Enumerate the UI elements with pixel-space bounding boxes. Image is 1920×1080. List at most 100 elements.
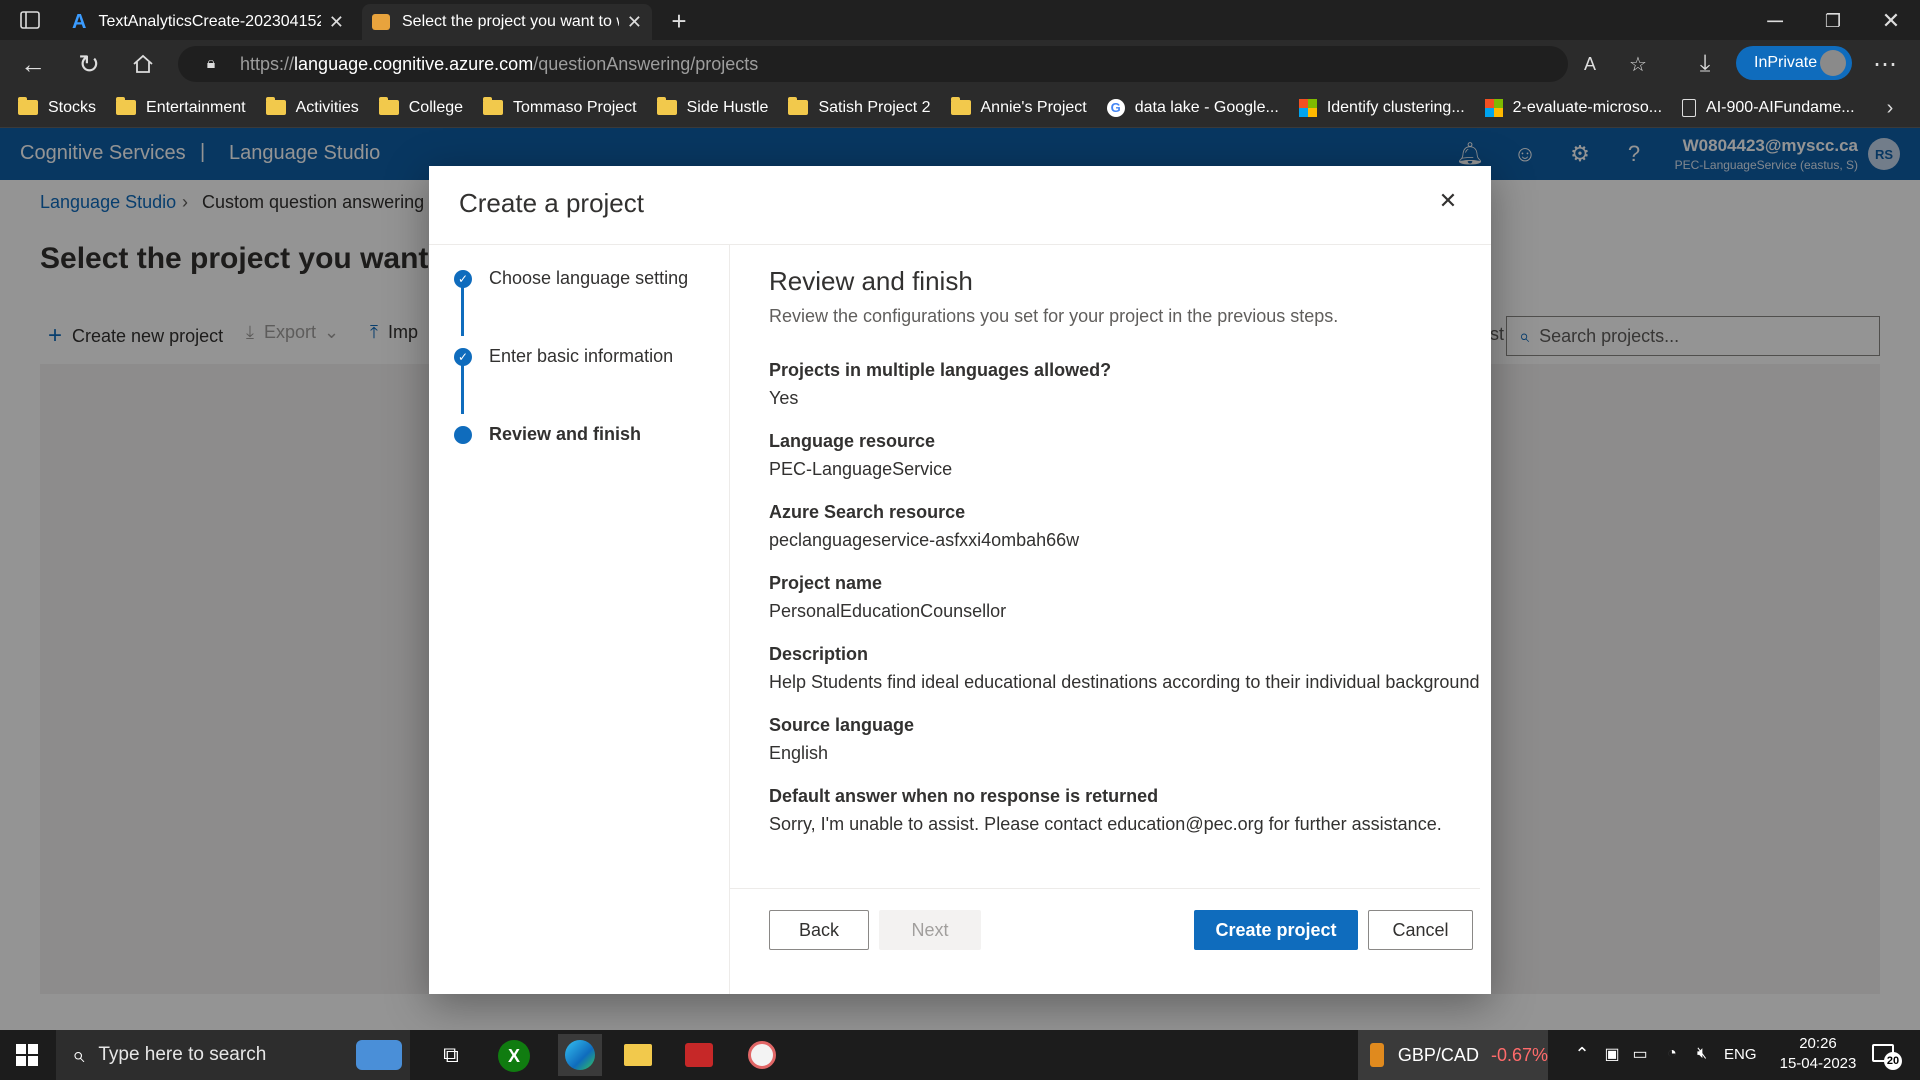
- current-step-dot-icon: [454, 425, 472, 444]
- chevron-up-icon[interactable]: ⌃: [1570, 1042, 1594, 1066]
- back-button[interactable]: Back: [769, 910, 869, 950]
- section-subheading: Review the configurations you set for yo…: [769, 306, 1339, 326]
- step-label: Choose language setting: [489, 268, 689, 288]
- bookmark-side-hustle[interactable]: Side Hustle: [656, 97, 768, 117]
- header-divider: [429, 244, 1491, 245]
- back-arrow-icon[interactable]: ←: [18, 49, 48, 79]
- url-path: /questionAnswering/projects: [533, 53, 759, 74]
- bookmark-data-lake[interactable]: Gdata lake - Google...: [1106, 98, 1279, 117]
- bookmark-satish-project-2[interactable]: Satish Project 2: [788, 97, 931, 117]
- favorites-star-icon[interactable]: ☆: [1626, 52, 1650, 76]
- folder-icon: [950, 97, 971, 115]
- profile-avatar-icon: [1820, 50, 1846, 76]
- bookmark-label: 2-evaluate-microso...: [1512, 98, 1663, 116]
- bookmark-label: Activities: [295, 98, 359, 116]
- step-basic-info[interactable]: ✓ Enter basic information: [454, 346, 673, 367]
- edge-taskbar-icon[interactable]: [558, 1034, 602, 1076]
- tab-actions-icon[interactable]: [16, 8, 44, 32]
- close-tab-icon[interactable]: ✕: [627, 12, 642, 33]
- field-value: English: [769, 743, 829, 763]
- inprivate-label: InPrivate: [1754, 54, 1818, 71]
- task-view-icon[interactable]: ⧉: [436, 1040, 466, 1070]
- azure-icon: A: [72, 10, 87, 33]
- windows-start-icon[interactable]: [14, 1042, 40, 1068]
- step-label: Enter basic information: [489, 346, 674, 366]
- cancel-button[interactable]: Cancel: [1368, 910, 1473, 950]
- close-tab-icon[interactable]: ✕: [329, 12, 344, 33]
- close-window-icon[interactable]: ✕: [1876, 6, 1906, 36]
- volume-muted-icon[interactable]: 🔇︎: [1690, 1042, 1714, 1066]
- bookmark-identify-clustering[interactable]: Identify clustering...: [1298, 98, 1465, 117]
- microsoft-icon: [1298, 98, 1317, 117]
- field-value: PEC-LanguageService: [769, 459, 953, 479]
- create-project-button[interactable]: Create project: [1194, 910, 1358, 950]
- refresh-icon[interactable]: ↻: [74, 49, 104, 79]
- minimize-icon[interactable]: ─: [1760, 6, 1790, 36]
- step-review-finish[interactable]: Review and finish: [454, 424, 641, 445]
- search-icon: ⌕: [72, 1042, 85, 1067]
- lock-icon[interactable]: 🔒︎: [202, 52, 220, 76]
- field-label: Project name: [769, 573, 883, 593]
- bookmark-ai-900[interactable]: AI-900-AIFundame...: [1682, 98, 1855, 117]
- taskbar-search-box[interactable]: ⌕ Type here to search: [56, 1030, 410, 1080]
- restore-icon[interactable]: ❐: [1818, 6, 1848, 36]
- more-menu-icon[interactable]: ⋯: [1870, 50, 1900, 78]
- url-field[interactable]: 🔒︎ https://language.cognitive.azure.com /…: [178, 46, 1647, 82]
- bookmark-evaluate-microsoft[interactable]: 2-evaluate-microso...: [1484, 98, 1663, 117]
- input-language[interactable]: ENG: [1724, 1046, 1757, 1063]
- home-icon[interactable]: [128, 50, 158, 78]
- folder-icon: [788, 97, 809, 115]
- battery-icon[interactable]: ▭: [1628, 1042, 1652, 1066]
- bookmark-tommaso-project[interactable]: Tommaso Project: [483, 97, 637, 117]
- clock-date: 15-04-2023: [1779, 1055, 1857, 1072]
- field-label: Description: [769, 644, 869, 664]
- create-project-dialog: Create a project ✕ ✓ Choose language sett…: [429, 166, 1491, 994]
- wifi-icon[interactable]: ◔: [1660, 1042, 1684, 1066]
- snipping-tool-icon[interactable]: [745, 1038, 779, 1072]
- bookmark-label: data lake - Google...: [1134, 98, 1279, 116]
- footer-divider: [730, 888, 1480, 889]
- bookmark-annies-project[interactable]: Annie's Project: [950, 97, 1087, 117]
- file-explorer-icon[interactable]: [622, 1040, 654, 1070]
- stock-ticker-widget[interactable]: GBP/CAD -0.67%: [1358, 1030, 1548, 1080]
- device-icon[interactable]: ▣: [1600, 1042, 1624, 1066]
- google-icon: G: [1106, 98, 1125, 117]
- bookmark-entertainment[interactable]: Entertainment: [116, 97, 246, 117]
- bookmark-label: College: [408, 98, 464, 116]
- section-heading: Review and finish: [769, 266, 973, 296]
- new-tab-icon[interactable]: +: [664, 6, 694, 36]
- read-aloud-icon[interactable]: A: [1578, 52, 1602, 76]
- close-icon[interactable]: ✕: [1433, 186, 1463, 216]
- chevron-right-icon[interactable]: ›: [1878, 96, 1902, 120]
- notification-count: 20: [1884, 1052, 1902, 1070]
- xbox-icon[interactable]: X: [498, 1040, 530, 1072]
- steps-divider: [729, 245, 730, 994]
- step-connector: [461, 364, 464, 414]
- bookmark-label: Entertainment: [146, 98, 246, 116]
- ticker-change: -0.67%: [1490, 1044, 1548, 1065]
- browser-tab-language-studio[interactable]: Select the project you want to w ✕: [362, 4, 652, 40]
- field-label: Azure Search resource: [769, 502, 966, 522]
- app-red-icon[interactable]: [683, 1040, 715, 1070]
- url-prefix: https://: [240, 53, 295, 74]
- step-choose-language[interactable]: ✓ Choose language setting: [454, 268, 688, 289]
- edge-icon: [565, 1040, 595, 1070]
- folder-icon: [265, 97, 286, 115]
- download-icon[interactable]: ⤓: [1690, 50, 1720, 78]
- bookmark-label: Identify clustering...: [1326, 98, 1465, 116]
- browser-tab-textanalytics[interactable]: A TextAnalyticsCreate-2023041520 ✕: [62, 4, 354, 40]
- language-studio-tab-icon: [372, 14, 390, 30]
- inprivate-badge[interactable]: InPrivate: [1736, 46, 1852, 80]
- next-button[interactable]: Next: [879, 910, 981, 950]
- folder-icon: [116, 97, 137, 115]
- folder-icon: [378, 97, 399, 115]
- ticker-symbol: GBP/CAD: [1397, 1044, 1479, 1065]
- clock[interactable]: 20:26 15-04-2023: [1768, 1034, 1868, 1074]
- page-icon: [1682, 98, 1697, 117]
- bookmark-activities[interactable]: Activities: [265, 97, 359, 117]
- bookmark-stocks[interactable]: Stocks: [18, 97, 96, 117]
- bookmark-college[interactable]: College: [378, 97, 464, 117]
- bookmark-label: AI-900-AIFundame...: [1706, 98, 1855, 116]
- field-label: Projects in multiple languages allowed?: [769, 360, 1112, 380]
- notification-center-icon[interactable]: 20: [1870, 1040, 1904, 1070]
